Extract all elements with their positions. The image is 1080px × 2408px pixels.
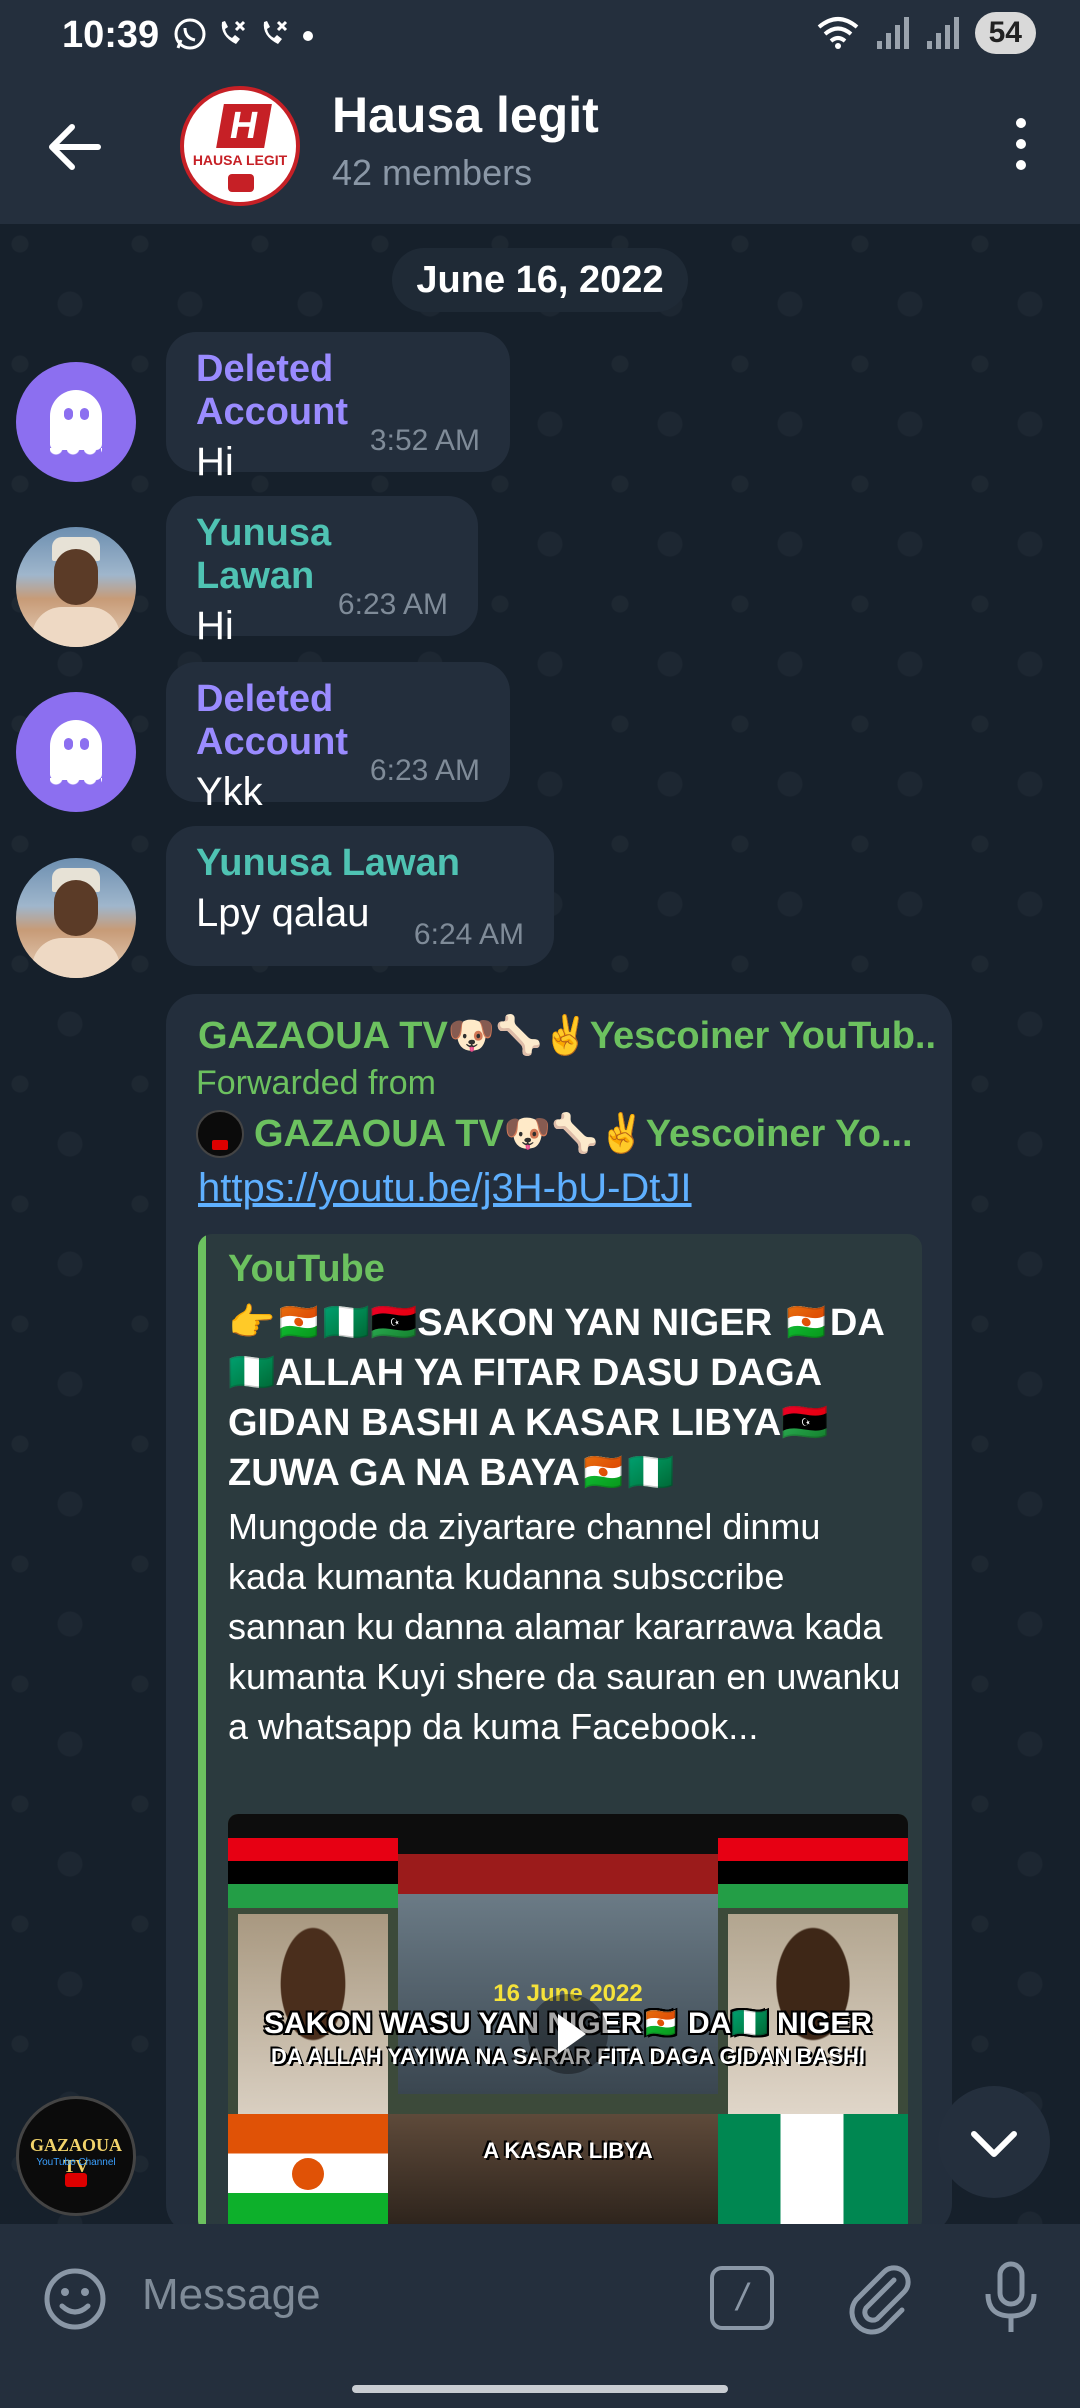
video-thumbnail[interactable]: 16 June 2022 SAKON WASU YAN NIGER🇳🇪 DA🇳🇬… [228, 1814, 908, 2224]
message-bubble[interactable]: Yunusa Lawan Hi 6:23 AM [166, 496, 478, 648]
sender-name[interactable]: Yunusa Lawan [196, 842, 530, 885]
forwarded-channel-name: GAZAOUA TV🐶🦴✌️Yescoiner Yo... [254, 1113, 913, 1155]
status-right: 54 [815, 12, 1036, 54]
system-nav-bar [0, 2368, 1080, 2408]
home-gesture-pill[interactable] [352, 2385, 728, 2393]
dot-icon [303, 31, 313, 41]
youtube-icon [65, 2173, 87, 2187]
message-input[interactable]: Message [142, 2270, 321, 2320]
date-separator: June 16, 2022 [392, 248, 688, 312]
message-input-bar: Message / [0, 2224, 1080, 2368]
scroll-down-button[interactable] [938, 2086, 1050, 2198]
link-preview[interactable]: YouTube 👉🇳🇪🇳🇬🇱🇾SAKON YAN NIGER 🇳🇪DA🇳🇬ALL… [198, 1234, 922, 2224]
forwarded-from[interactable]: GAZAOUA TV🐶🦴✌️Yescoiner Yo... [196, 1110, 936, 1158]
sender-name[interactable]: GAZAOUA TV🐶🦴✌️Yescoiner YouTub... [198, 1014, 938, 1058]
message-bubble[interactable]: Deleted Account Hi 3:52 AM [166, 332, 510, 484]
paperclip-icon[interactable] [840, 2258, 920, 2338]
avatar-logo-text: HAUSA LEGIT [192, 152, 288, 168]
microphone-icon[interactable] [976, 2258, 1046, 2338]
user-avatar[interactable] [16, 527, 136, 647]
preview-accent-bar [198, 1234, 206, 2224]
status-time: 10:39 [62, 14, 160, 56]
preview-site-name: YouTube [228, 1248, 385, 1290]
channel-mini-avatar [196, 1110, 244, 1158]
forwarded-label: Forwarded from [196, 1064, 436, 1102]
status-bar: 10:39 54 [0, 0, 1080, 72]
preview-description: Mungode da ziyartare channel dinmu kada … [228, 1506, 901, 1747]
youtube-icon [228, 174, 254, 192]
message-time: 6:23 AM [369, 754, 480, 787]
message-time: 6:24 AM [413, 918, 524, 951]
niger-flag [228, 2114, 388, 2224]
nigeria-flag [718, 2114, 908, 2224]
channel-avatar-subtitle: YouTube Channel [36, 2157, 116, 2168]
missed-call-icon [221, 20, 246, 44]
sender-name[interactable]: Deleted Account [196, 678, 486, 764]
wifi-icon [817, 17, 858, 49]
deleted-account-avatar[interactable] [16, 692, 136, 812]
youtube-link[interactable]: https://youtu.be/j3H-bU-DtJI [198, 1166, 692, 1211]
message-bubble[interactable]: Yunusa Lawan Lpy qalau 6:24 AM [166, 826, 554, 966]
message-time: 3:52 AM [369, 424, 480, 457]
message-bubble[interactable]: Deleted Account Ykk 6:23 AM [166, 662, 510, 814]
signal-icon [926, 17, 959, 49]
sender-name[interactable]: Yunusa Lawan [196, 512, 454, 598]
channel-avatar-title: GAZAOUA TV [29, 2135, 122, 2176]
play-icon[interactable] [528, 1994, 608, 2074]
sender-name[interactable]: Deleted Account [196, 348, 486, 434]
whatsapp-icon [174, 18, 206, 50]
channel-avatar[interactable]: GAZAOUA TV YouTube Channel [16, 2096, 136, 2216]
thumbnail-caption: A KASAR LIBYA [483, 2138, 653, 2163]
signal-icon [876, 17, 909, 49]
notification-icons [172, 16, 318, 52]
member-count: 42 members [332, 152, 533, 193]
bot-commands-button[interactable]: / [710, 2266, 774, 2330]
user-avatar[interactable] [16, 858, 136, 978]
message-time: 6:23 AM [337, 588, 448, 621]
preview-title: 👉🇳🇪🇳🇬🇱🇾SAKON YAN NIGER 🇳🇪DA🇳🇬ALLAH YA FI… [228, 1302, 885, 1494]
deleted-account-avatar[interactable] [16, 362, 136, 482]
group-avatar[interactable]: H HAUSA LEGIT [180, 86, 300, 206]
libya-flag [718, 1838, 908, 1908]
back-arrow-icon[interactable] [40, 112, 110, 182]
forwarded-message-bubble[interactable]: GAZAOUA TV🐶🦴✌️Yescoiner YouTub... Forwar… [166, 994, 952, 2224]
message-list[interactable]: June 16, 2022 Deleted Account Hi 3:52 AM… [0, 224, 1080, 2224]
emoji-icon[interactable] [40, 2264, 110, 2334]
libya-flag [228, 1838, 398, 1908]
chevron-down-icon [971, 2131, 1017, 2157]
missed-call-icon [263, 20, 288, 44]
battery-indicator: 54 [974, 12, 1036, 54]
more-options-icon[interactable] [1006, 118, 1036, 178]
group-title[interactable]: Hausa legit [332, 86, 599, 144]
avatar-logo-letter: H [216, 104, 272, 148]
chat-header: H HAUSA LEGIT Hausa legit 42 members [0, 72, 1080, 224]
